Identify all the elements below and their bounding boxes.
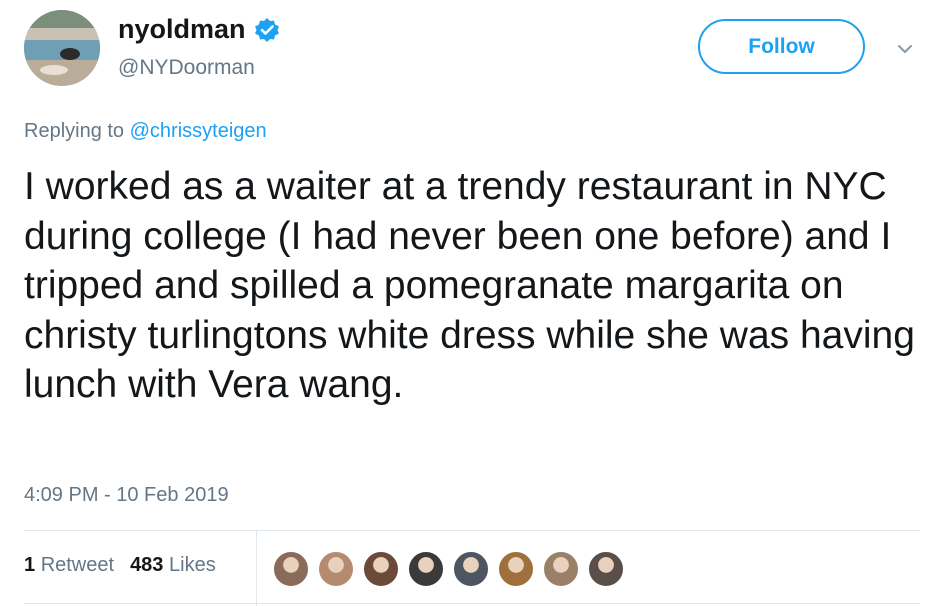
likes-count: 483 [130, 554, 164, 576]
likes-label: Likes [169, 554, 216, 576]
liker-avatar-2[interactable] [317, 550, 355, 588]
verified-badge-icon [254, 17, 280, 43]
liker-avatar-5[interactable] [452, 550, 490, 588]
liker-avatar-7[interactable] [542, 550, 580, 588]
liker-avatar-1[interactable] [272, 550, 310, 588]
retweets-label: Retweet [40, 554, 115, 576]
user-display-name-row[interactable]: nyoldman [118, 14, 280, 45]
divider [24, 530, 920, 531]
liker-avatar-6[interactable] [497, 550, 535, 588]
tweet-stats: 1 Retweet 483 Likes [24, 554, 216, 577]
reply-to-user-link[interactable]: @chrissyteigen [130, 120, 267, 142]
display-name[interactable]: nyoldman [118, 14, 246, 45]
liker-avatar-8[interactable] [587, 550, 625, 588]
liker-avatar-3[interactable] [362, 550, 400, 588]
liker-avatars [272, 550, 632, 588]
chevron-down-icon[interactable] [892, 36, 918, 62]
avatar[interactable] [24, 10, 100, 86]
user-handle[interactable]: @NYDoorman [118, 56, 255, 80]
retweets-stat[interactable]: 1 Retweet [24, 554, 114, 577]
divider [24, 603, 920, 604]
avatar-image [24, 10, 100, 86]
replying-to-prefix: Replying to [24, 120, 125, 142]
stats-separator [256, 531, 257, 606]
tweet-timestamp[interactable]: 4:09 PM - 10 Feb 2019 [24, 484, 229, 507]
retweets-count: 1 [24, 554, 36, 576]
likes-stat[interactable]: 483 Likes [130, 554, 216, 577]
follow-button[interactable]: Follow [698, 19, 865, 74]
tweet-text: I worked as a waiter at a trendy restaur… [24, 165, 915, 406]
liker-avatar-4[interactable] [407, 550, 445, 588]
replying-to-line: Replying to @chrissyteigen [24, 120, 267, 143]
